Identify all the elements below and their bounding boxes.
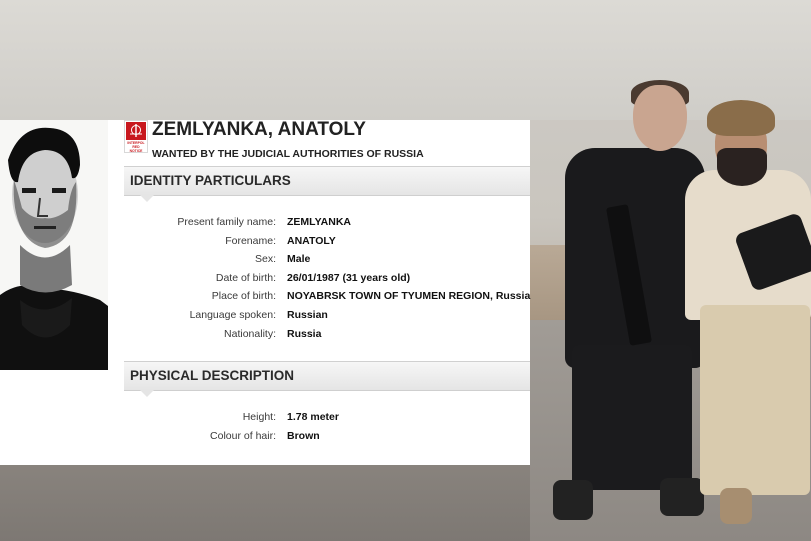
detail-label: Place of birth:	[211, 290, 276, 302]
photo-sky	[0, 0, 811, 120]
detail-value: Russia	[287, 328, 322, 340]
section-title: PHYSICAL DESCRIPTION	[130, 368, 295, 383]
section-title: IDENTITY PARTICULARS	[130, 173, 291, 188]
detail-label: Language spoken:	[189, 309, 276, 321]
wanted-person-name: ZEMLYANKA, ANATOLY	[152, 119, 366, 140]
detail-label: Forename:	[225, 235, 276, 247]
wanted-subtitle: WANTED BY THE JUDICIAL AUTHORITIES OF RU…	[152, 148, 424, 160]
detail-value: ANATOLY	[287, 235, 336, 247]
detail-value: ZEMLYANKA	[287, 216, 351, 228]
detail-label: Present family name:	[177, 216, 276, 228]
detail-value: Brown	[287, 430, 320, 442]
detail-label: Sex:	[254, 253, 276, 265]
detail-label: Nationality:	[224, 328, 276, 340]
section-notch	[140, 390, 154, 397]
detail-label: Colour of hair:	[210, 430, 276, 442]
section-notch	[140, 195, 154, 202]
interpol-red-notice-logo: INTERPOL RED NOTICE	[124, 120, 148, 153]
detail-value: NOYABRSK TOWN OF TYUMEN REGION, Russia	[287, 290, 531, 302]
detail-label: Height:	[242, 411, 276, 423]
detail-value: Russian	[287, 309, 328, 321]
mugshot-photo	[0, 120, 108, 370]
detail-value: 1.78 meter	[287, 411, 339, 423]
detail-value: Male	[287, 253, 311, 265]
logo-text: INTERPOL RED NOTICE	[127, 141, 145, 153]
detail-label: Date of birth:	[215, 272, 276, 284]
detail-value: 26/01/1987 (31 years old)	[287, 272, 411, 284]
physical-description-header: PHYSICAL DESCRIPTION	[124, 361, 530, 397]
identity-particulars-header: IDENTITY PARTICULARS	[124, 166, 530, 202]
